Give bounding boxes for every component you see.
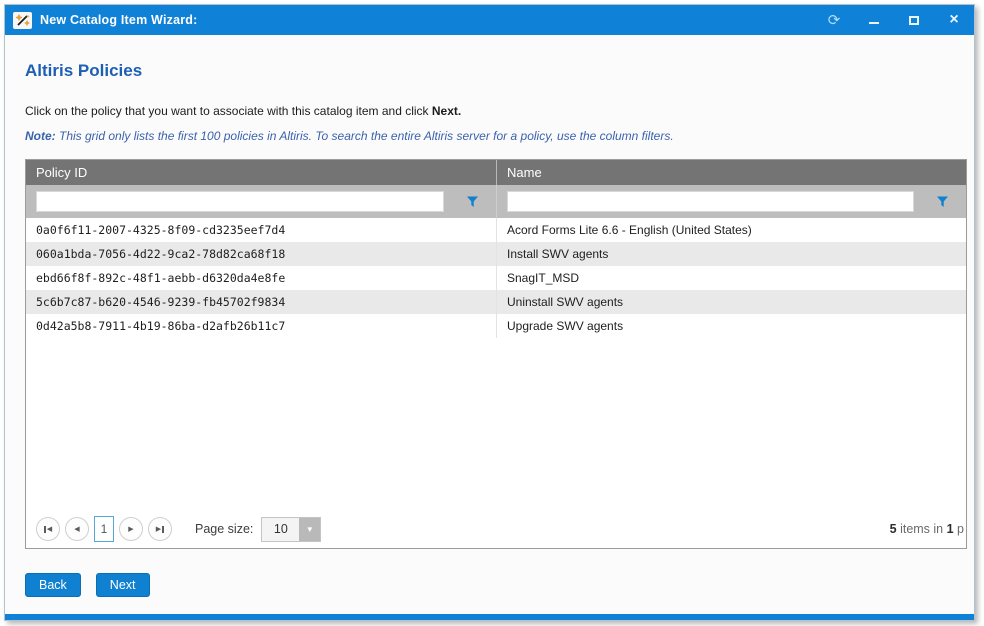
grid-empty-area [26,338,966,510]
note-label: Note: [25,129,56,143]
policies-grid: Policy ID Name [25,159,967,549]
grid-header-row: Policy ID Name [26,160,966,185]
last-page-button[interactable]: ▶ [148,517,172,541]
table-row[interactable]: 0a0f6f11-2007-4325-8f09-cd3235eef7d4 Aco… [26,218,966,242]
maximize-button[interactable] [906,12,922,28]
wizard-window: New Catalog Item Wizard: ⟳ × Altiris Pol… [4,4,975,621]
close-button[interactable]: × [946,12,962,28]
name-filter-input[interactable] [507,191,914,212]
previous-page-icon: ◀ [74,526,79,533]
table-row[interactable]: 060a1bda-7056-4d22-9ca2-78d82ca68f18 Ins… [26,242,966,266]
policy-name-cell[interactable]: Uninstall SWV agents [496,290,966,314]
pages-suffix: p [954,522,964,536]
next-page-button[interactable]: ▶ [119,517,143,541]
policy-id-cell[interactable]: 0d42a5b8-7911-4b19-86ba-d2afb26b11c7 [26,314,496,338]
items-count-status: 5 items in 1 p [890,522,964,536]
chevron-down-icon: ▼ [299,518,320,541]
page-title: Altiris Policies [25,61,967,81]
page-size-label: Page size: [195,522,253,536]
minimize-icon [869,22,879,24]
title-bar: New Catalog Item Wizard: ⟳ × [5,5,974,35]
note-text: Note: This grid only lists the first 100… [25,129,967,143]
wizard-icon [13,12,32,29]
refresh-button[interactable]: ⟳ [826,12,842,28]
policy-id-cell[interactable]: 060a1bda-7056-4d22-9ca2-78d82ca68f18 [26,242,496,266]
window-title: New Catalog Item Wizard: [40,13,198,27]
name-filter-cell [496,185,966,218]
maximize-icon [909,16,919,25]
items-text: items in [897,522,947,536]
filter-funnel-icon [936,195,949,208]
policy-id-filter-button[interactable] [462,191,482,212]
instruction-prefix: Click on the policy that you want to ass… [25,104,432,118]
first-page-button[interactable]: ◀ [36,517,60,541]
filter-funnel-icon [466,195,479,208]
policy-id-cell[interactable]: 0a0f6f11-2007-4325-8f09-cd3235eef7d4 [26,218,496,242]
grid-rows: 0a0f6f11-2007-4325-8f09-cd3235eef7d4 Aco… [26,218,966,338]
table-row[interactable]: ebd66f8f-892c-48f1-aebb-d6320da4e8fe Sna… [26,266,966,290]
wizard-footer: Back Next [25,573,967,597]
instruction-text: Click on the policy that you want to ass… [25,104,967,118]
refresh-icon: ⟳ [828,13,841,28]
name-filter-button[interactable] [932,191,952,212]
grid-filter-row [26,185,966,218]
items-count: 5 [890,522,897,536]
window-controls: ⟳ × [826,12,962,28]
wizard-content: Altiris Policies Click on the policy tha… [5,35,974,614]
policy-name-cell[interactable]: SnagIT_MSD [496,266,966,290]
previous-page-button[interactable]: ◀ [65,517,89,541]
table-row[interactable]: 5c6b7c87-b620-4546-9239-fb45702f9834 Uni… [26,290,966,314]
pages-count: 1 [947,522,954,536]
policy-id-cell[interactable]: ebd66f8f-892c-48f1-aebb-d6320da4e8fe [26,266,496,290]
policy-name-cell[interactable]: Install SWV agents [496,242,966,266]
back-button[interactable]: Back [25,573,81,597]
next-button[interactable]: Next [96,573,150,597]
column-header-policy-id[interactable]: Policy ID [26,160,496,185]
minimize-button[interactable] [866,12,882,28]
pager-bar: ◀ ◀ 1 ▶ ▶ Page size: 10 ▼ 5 items in 1 p [26,510,966,548]
close-icon: × [949,13,958,27]
window-bottom-border [5,614,974,620]
next-page-icon: ▶ [128,526,133,533]
current-page-number[interactable]: 1 [94,516,114,542]
table-row[interactable]: 0d42a5b8-7911-4b19-86ba-d2afb26b11c7 Upg… [26,314,966,338]
instruction-next-emphasis: Next. [432,104,461,118]
policy-name-cell[interactable]: Upgrade SWV agents [496,314,966,338]
page-size-dropdown[interactable]: 10 ▼ [261,517,321,542]
policy-id-cell[interactable]: 5c6b7c87-b620-4546-9239-fb45702f9834 [26,290,496,314]
column-header-name[interactable]: Name [496,160,966,185]
last-page-icon: ▶ [156,526,161,533]
policy-id-filter-input[interactable] [36,191,444,212]
page-size-value: 10 [262,518,299,541]
policy-name-cell[interactable]: Acord Forms Lite 6.6 - English (United S… [496,218,966,242]
first-page-icon: ◀ [47,526,52,533]
note-body: This grid only lists the first 100 polic… [56,129,674,143]
policy-id-filter-cell [26,185,496,218]
